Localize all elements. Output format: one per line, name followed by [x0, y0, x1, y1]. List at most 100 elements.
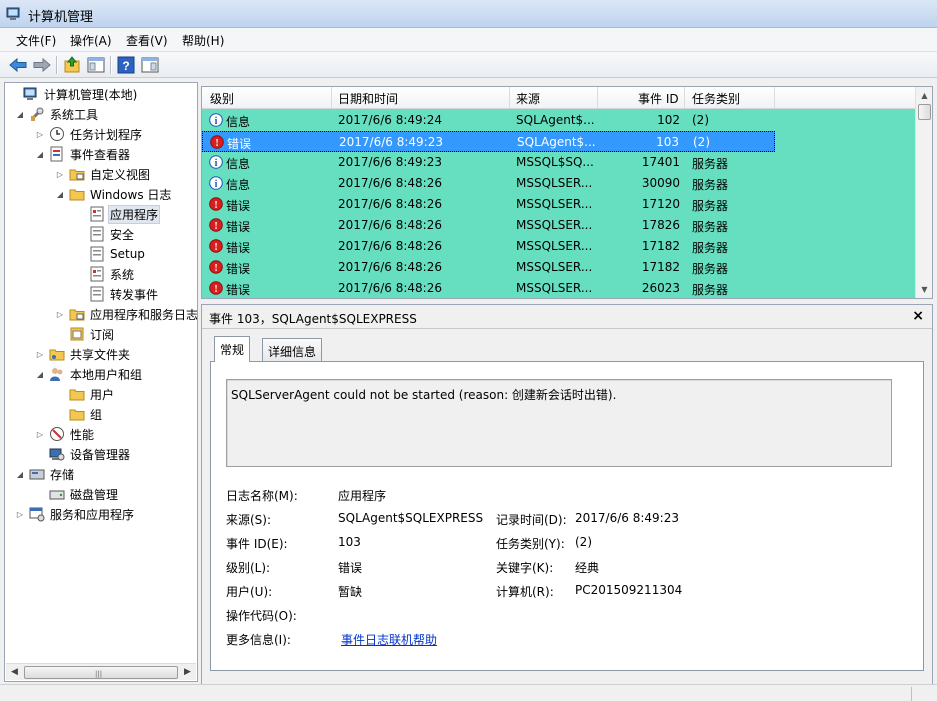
column-divider[interactable] — [597, 87, 598, 109]
status-bar-segment — [911, 687, 937, 701]
expand-icon[interactable]: ▷ — [55, 310, 65, 319]
event-row[interactable]: ! 错误 2017/6/6 8:48:26 MSSQLSER... 17182 服务器 — [202, 236, 916, 257]
collapse-icon[interactable]: ◢ — [15, 110, 25, 119]
event-datetime: 2017/6/6 8:48:26 — [338, 218, 442, 232]
tree-node-shared-folders[interactable]: ▷ 共享文件夹 — [35, 344, 132, 364]
tree-node-disk-management[interactable]: 磁盘管理 — [35, 484, 120, 504]
event-datetime: 2017/6/6 8:48:26 — [338, 197, 442, 211]
user-value[interactable]: 暂缺 — [338, 583, 362, 600]
tab-details[interactable]: 详细信息 — [262, 338, 323, 362]
back-arrow-icon[interactable] — [8, 55, 28, 75]
show-hide-tree-icon[interactable] — [86, 55, 106, 75]
menu-action[interactable]: 操作(A) — [68, 32, 114, 49]
column-divider[interactable] — [774, 87, 775, 109]
tab-general[interactable]: 常规 — [214, 336, 251, 362]
tree-node-task-scheduler[interactable]: ▷ 任务计划程序 — [35, 124, 144, 144]
tree-horizontal-scrollbar[interactable]: ◀ ||| ▶ — [6, 663, 196, 680]
event-row[interactable]: ! 错误 2017/6/6 8:48:26 MSSQLSER... 17182 服务器 — [202, 257, 916, 278]
event-id-value[interactable]: 103 — [338, 535, 361, 549]
svg-text:!: ! — [215, 138, 218, 149]
column-header-datetime[interactable]: 日期和时间 — [338, 90, 398, 107]
forward-arrow-icon[interactable] — [32, 55, 52, 75]
menu-help[interactable]: 帮助(H) — [180, 32, 226, 49]
scrollbar-thumb[interactable] — [918, 104, 931, 120]
tree-node-application-log[interactable]: 应用程序 — [75, 204, 161, 224]
navigation-tree[interactable]: 计算机管理(本地) ◢ 系统工具 ▷ 任务计划程序 ◢ 事件查看器 ▷ 自定义视… — [4, 82, 198, 682]
logged-value[interactable]: 2017/6/6 8:49:23 — [575, 511, 679, 525]
event-row[interactable]: ! 错误 2017/6/6 8:48:26 MSSQLSER... 26023 服务器 — [202, 278, 916, 298]
tree-node-computer-management[interactable]: 计算机管理(本地) — [9, 84, 139, 104]
collapse-icon[interactable]: ◢ — [35, 370, 45, 379]
collapse-icon[interactable]: ◢ — [35, 150, 45, 159]
computer-value[interactable]: PC201509211304 — [575, 583, 682, 597]
source-value[interactable]: SQLAgent$SQLEXPRESS — [338, 511, 483, 525]
tree-node-subscriptions[interactable]: 订阅 — [55, 324, 116, 344]
column-header-event-id[interactable]: 事件 ID — [638, 90, 679, 107]
tree-node-app-services-logs[interactable]: ▷ 应用程序和服务日志 — [55, 304, 197, 324]
collapse-icon[interactable]: ◢ — [15, 470, 25, 479]
column-divider[interactable] — [331, 87, 332, 109]
tree-node-device-manager[interactable]: 设备管理器 — [35, 444, 132, 464]
event-row[interactable]: ! 错误 2017/6/6 8:48:26 MSSQLSER... 17826 服务器 — [202, 215, 916, 236]
tree-node-system-tools[interactable]: ◢ 系统工具 — [15, 104, 100, 124]
toolbar-separator — [56, 56, 57, 74]
event-description[interactable]: SQLServerAgent could not be started (rea… — [226, 379, 892, 467]
scroll-down-arrow-icon[interactable]: ▼ — [917, 282, 932, 297]
properties-pane-icon[interactable] — [140, 55, 160, 75]
scrollbar-thumb[interactable]: ||| — [24, 666, 178, 679]
tree-node-groups[interactable]: 组 — [55, 404, 104, 424]
column-header-source[interactable]: 来源 — [516, 90, 540, 107]
expand-icon[interactable]: ▷ — [35, 130, 45, 139]
menu-view[interactable]: 查看(V) — [124, 32, 170, 49]
event-task-category: 服务器 — [692, 157, 729, 171]
menu-file[interactable]: 文件(F) — [14, 32, 58, 49]
event-log-online-help-link[interactable]: 事件日志联机帮助 — [341, 631, 437, 648]
expand-icon[interactable]: ▷ — [15, 510, 25, 519]
task-category-value[interactable]: (2) — [575, 535, 592, 549]
events-list[interactable]: 级别 日期和时间 来源 事件 ID 任务类别 i 信息 2017/6/6 8:49:… — [201, 86, 933, 299]
tree-node-event-viewer[interactable]: ◢ 事件查看器 — [35, 144, 132, 164]
tree-node-windows-logs[interactable]: ◢ Windows 日志 — [55, 184, 173, 204]
tree-node-system-log[interactable]: 系统 — [75, 264, 136, 284]
tree-node-local-users-groups[interactable]: ◢ 本地用户和组 — [35, 364, 144, 384]
tree-node-label: 订阅 — [90, 327, 115, 342]
scroll-up-arrow-icon[interactable]: ▲ — [917, 88, 932, 103]
tree-node-performance[interactable]: ▷ 性能 — [35, 424, 96, 444]
event-id: 17182 — [641, 260, 680, 274]
column-divider[interactable] — [684, 87, 685, 109]
tree-node-label: 设备管理器 — [70, 447, 131, 462]
scroll-left-arrow-icon[interactable]: ◀ — [7, 665, 22, 680]
tree-node-security-log[interactable]: 安全 — [75, 224, 136, 244]
tree-node-users[interactable]: 用户 — [55, 384, 116, 404]
collapse-icon[interactable]: ◢ — [55, 190, 65, 199]
event-row[interactable]: ! 错误 2017/6/6 8:48:26 MSSQLSER... 17120 服务器 — [202, 194, 916, 215]
scroll-right-arrow-icon[interactable]: ▶ — [180, 665, 195, 680]
event-id: 17120 — [641, 197, 680, 211]
column-header-level[interactable]: 级别 — [210, 90, 234, 107]
tree-node-label: 应用程序 — [108, 204, 161, 224]
column-divider[interactable] — [509, 87, 510, 109]
event-row[interactable]: i 信息 2017/6/6 8:48:26 MSSQLSER... 30090 服务器 — [202, 173, 916, 194]
expand-icon[interactable]: ▷ — [35, 430, 45, 439]
event-row[interactable]: ! 错误 2017/6/6 8:49:23 SQLAgent$... 103 (2) — [202, 131, 775, 152]
tree-node-storage[interactable]: ◢ 存储 — [15, 464, 76, 484]
keywords-value[interactable]: 经典 — [575, 559, 599, 576]
event-row[interactable]: i 信息 2017/6/6 8:49:23 MSSQL$SQ... 17401 服务器 — [202, 152, 916, 173]
event-datetime: 2017/6/6 8:49:23 — [338, 155, 442, 169]
close-icon[interactable]: × — [912, 308, 924, 324]
events-vertical-scrollbar[interactable]: ▲ ▼ — [915, 87, 932, 298]
tree-node-custom-views[interactable]: ▷ 自定义视图 — [55, 164, 152, 184]
log-icon — [90, 286, 104, 302]
svg-text:i: i — [215, 179, 218, 190]
tree-node-forwarded-events[interactable]: 转发事件 — [75, 284, 160, 304]
expand-icon[interactable]: ▷ — [55, 170, 65, 179]
help-icon[interactable]: ? — [116, 55, 136, 75]
event-row[interactable]: i 信息 2017/6/6 8:49:24 SQLAgent$... 102 (2) — [202, 110, 916, 131]
level-value[interactable]: 错误 — [338, 559, 362, 576]
column-header-task-category[interactable]: 任务类别 — [692, 90, 740, 107]
log-name-value[interactable]: 应用程序 — [338, 487, 386, 504]
up-folder-icon[interactable] — [62, 55, 82, 75]
tree-node-services-applications[interactable]: ▷ 服务和应用程序 — [15, 504, 136, 524]
tree-node-setup-log[interactable]: Setup — [75, 244, 147, 264]
expand-icon[interactable]: ▷ — [35, 350, 45, 359]
